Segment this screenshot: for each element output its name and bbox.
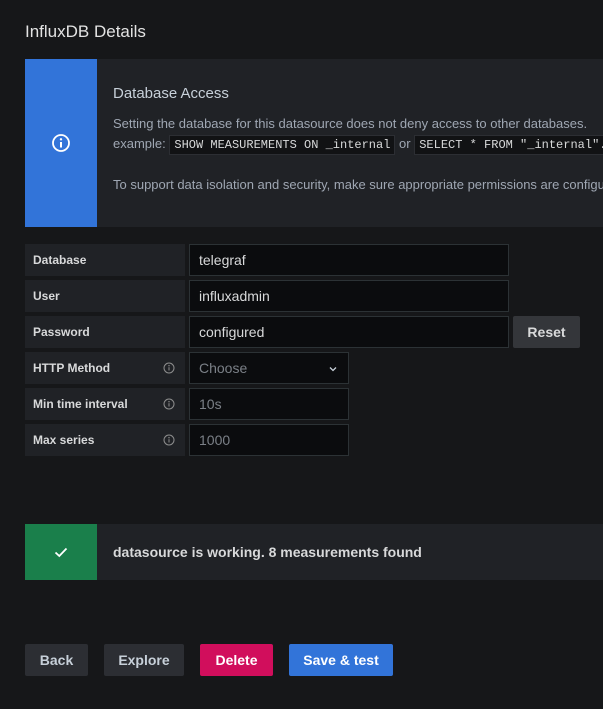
alert-example-line: example: SHOW MEASUREMENTS ON _internal … (113, 134, 603, 155)
back-button[interactable]: Back (25, 644, 88, 676)
alert-title: Database Access (113, 85, 229, 102)
check-icon (54, 547, 68, 558)
datasource-settings-page: InfluxDB Details Database Access Setting… (0, 0, 603, 709)
max-series-input[interactable]: 1000 (189, 424, 349, 456)
info-circle-icon[interactable] (163, 362, 175, 374)
chevron-down-icon (329, 367, 337, 372)
http-method-label: HTTP Method (33, 361, 111, 375)
password-reset-button[interactable]: Reset (513, 316, 580, 348)
database-access-alert: Database Access Setting the database for… (25, 59, 603, 227)
user-input[interactable]: influxadmin (189, 280, 509, 312)
info-circle-icon (52, 134, 70, 152)
section-title: InfluxDB Details (25, 22, 146, 41)
datasource-status-alert: datasource is working. 8 measurements fo… (25, 524, 603, 580)
info-circle-icon[interactable] (163, 398, 175, 410)
password-input[interactable]: configured (189, 316, 509, 348)
alert-text-line3: To support data isolation and security, … (113, 177, 603, 192)
database-label: Database (25, 244, 185, 276)
max-series-label-box: Max series (25, 424, 185, 456)
code-snippet-select: SELECT * FROM "_internal".."database" LI… (414, 135, 603, 155)
alert-text-line1: Setting the database for this datasource… (113, 116, 588, 131)
http-method-select[interactable]: Choose (189, 352, 349, 384)
code-snippet-show-measurements: SHOW MEASUREMENTS ON _internal (169, 135, 396, 155)
http-method-label-box: HTTP Method (25, 352, 185, 384)
user-label: User (25, 280, 185, 312)
min-time-interval-input[interactable]: 10s (189, 388, 349, 420)
status-message: datasource is working. 8 measurements fo… (113, 544, 422, 560)
save-test-button[interactable]: Save & test (289, 644, 393, 676)
password-row: Password configured Reset (25, 316, 585, 348)
http-method-value: Choose (199, 360, 248, 376)
min-time-interval-label: Min time interval (33, 397, 128, 411)
example-prefix: example: (113, 136, 166, 151)
min-time-interval-label-box: Min time interval (25, 388, 185, 420)
success-icon-box (25, 524, 97, 580)
explore-button[interactable]: Explore (104, 644, 184, 676)
or-text: or (399, 136, 411, 151)
delete-button[interactable]: Delete (200, 644, 273, 676)
password-label: Password (25, 316, 185, 348)
max-series-label: Max series (33, 433, 95, 447)
database-input[interactable]: telegraf (189, 244, 509, 276)
info-circle-icon[interactable] (163, 434, 175, 446)
alert-icon-box (25, 59, 97, 227)
